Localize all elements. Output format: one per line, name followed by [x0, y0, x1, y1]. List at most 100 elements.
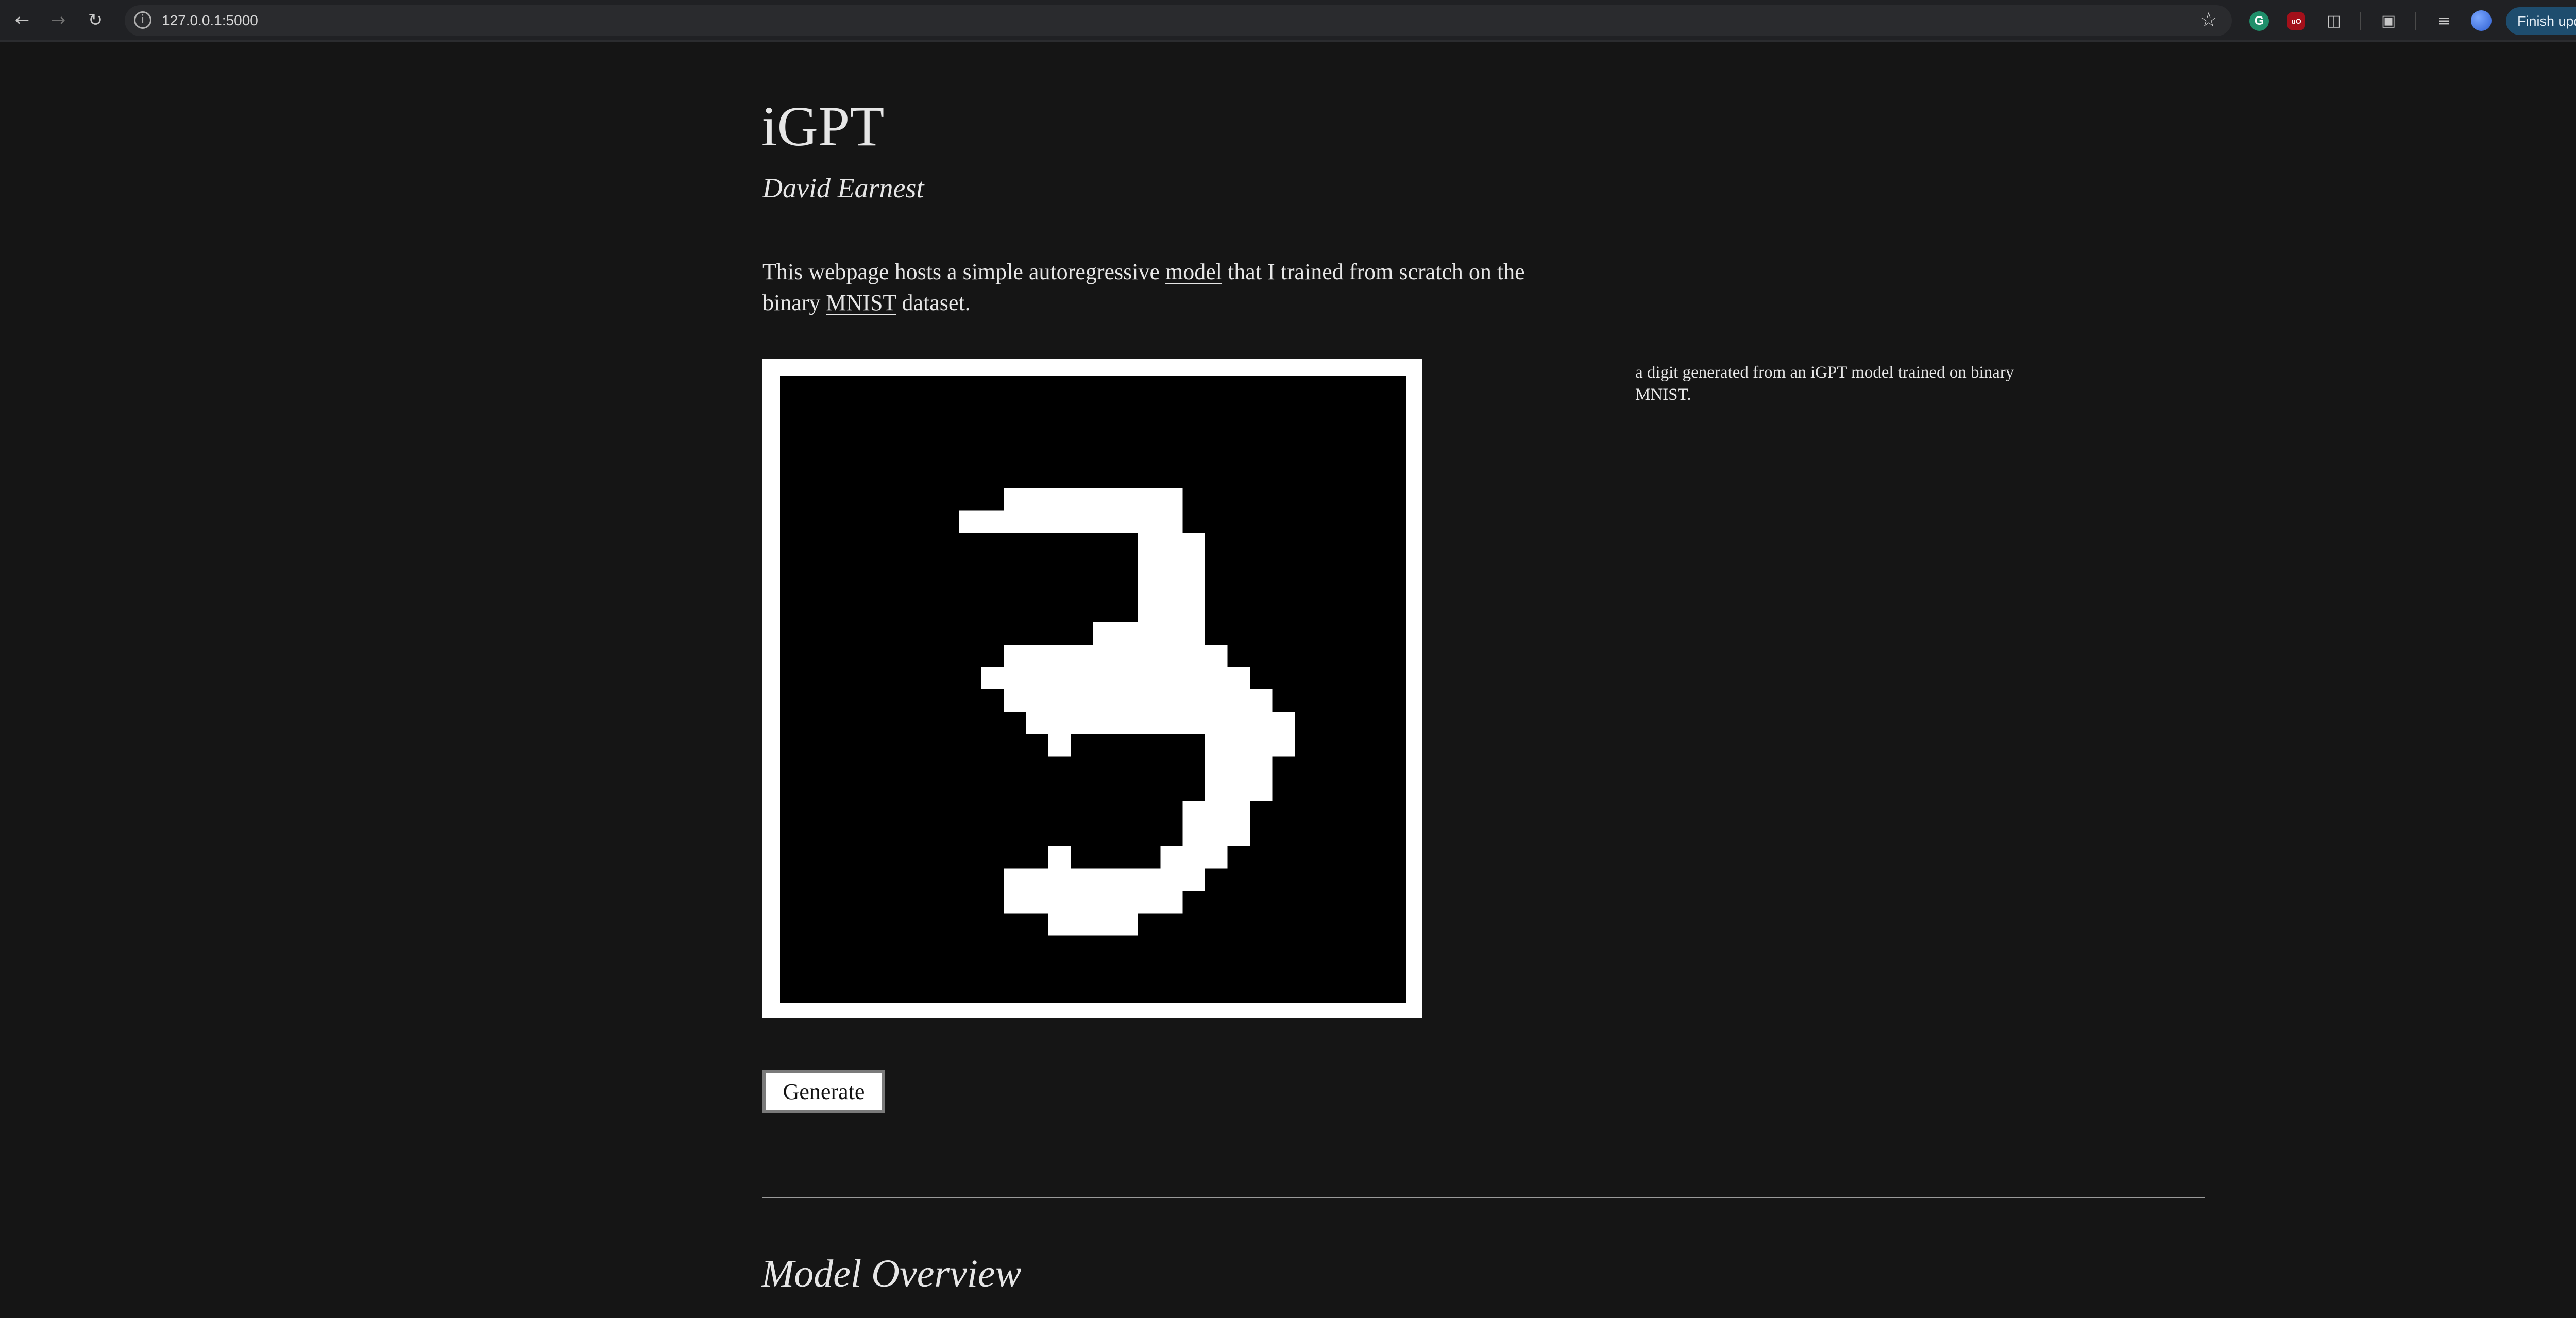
- digit-pixel: [1115, 622, 1138, 645]
- digit-pixel: [1160, 600, 1183, 622]
- digit-pixel: [1227, 756, 1250, 779]
- digit-pixel: [1250, 734, 1273, 757]
- digit-pixel: [1205, 734, 1228, 757]
- digit-pixel: [1138, 667, 1161, 689]
- digit-pixel: [1182, 533, 1206, 555]
- digit-pixel: [1026, 689, 1049, 712]
- digit-pixel: [1160, 689, 1183, 712]
- intro-paragraph: This webpage hosts a simple autoregressi…: [762, 257, 1566, 318]
- digit-pixel: [1272, 712, 1295, 734]
- digit-pixel: [1115, 868, 1138, 891]
- intro-text: This webpage hosts a simple autoregressi…: [762, 259, 1166, 284]
- digit-pixel: [1160, 868, 1183, 891]
- author-name: David Earnest: [762, 173, 924, 204]
- intro-text: dataset.: [896, 290, 971, 315]
- digit-pixel: [1205, 801, 1228, 824]
- digit-pixel: [1048, 712, 1071, 734]
- reading-list-icon[interactable]: ≡: [2433, 9, 2455, 32]
- digit-pixel: [1048, 488, 1071, 511]
- digit-pixel: [1026, 667, 1049, 689]
- digit-pixel: [1093, 645, 1116, 667]
- digit-pixel: [1227, 801, 1250, 824]
- digit-pixel: [1115, 667, 1138, 689]
- site-info-icon[interactable]: i: [134, 11, 151, 29]
- digit-pixel: [1182, 846, 1206, 869]
- digit-pixel: [1227, 779, 1250, 802]
- profile-avatar[interactable]: [2471, 10, 2492, 31]
- digit-pixel: [1115, 913, 1138, 936]
- digit-pixel: [1004, 868, 1026, 891]
- digit-pixel: [1250, 756, 1273, 779]
- digit-pixel: [1115, 689, 1138, 712]
- digit-pixel: [1071, 488, 1093, 511]
- digit-pixel: [1048, 510, 1071, 533]
- digit-pixel: [1160, 510, 1183, 533]
- digit-pixel: [1182, 645, 1206, 667]
- digit-pixel: [1160, 577, 1183, 600]
- digit-pixel: [1071, 913, 1093, 936]
- digit-pixel: [1205, 823, 1228, 846]
- digit-pixel: [1205, 756, 1228, 779]
- digit-pixel: [1138, 622, 1161, 645]
- digit-pixel: [1048, 868, 1071, 891]
- digit-pixel: [1026, 890, 1049, 914]
- digit-pixel: [959, 510, 981, 533]
- digit-pixel: [1004, 645, 1026, 667]
- digit-pixel: [1004, 689, 1026, 712]
- browser-toolbar: ← → ↻ i 127.0.0.1:5000 ☆ G uO ◫ ▣ ≡ Fini…: [0, 0, 2576, 42]
- reload-icon[interactable]: ↻: [82, 7, 108, 33]
- digit-pixel: [1093, 890, 1116, 914]
- digit-pixel: [981, 667, 1004, 689]
- forward-icon[interactable]: →: [45, 7, 71, 33]
- digit-pixel: [1205, 846, 1228, 869]
- digit-pixel: [1227, 689, 1250, 712]
- digit-pixel: [1250, 689, 1273, 712]
- digit-pixel: [1071, 868, 1093, 891]
- digit-pixel: [1182, 577, 1206, 600]
- extensions-puzzle-icon[interactable]: ◫: [2323, 9, 2345, 32]
- digit-pixel: [1115, 645, 1138, 667]
- cast-media-icon[interactable]: ▣: [2377, 9, 2400, 32]
- digit-pixel: [1026, 645, 1049, 667]
- digit-pixel: [1160, 555, 1183, 578]
- finish-update-button[interactable]: Finish update ⋮: [2506, 7, 2576, 35]
- digit-pixel: [1205, 779, 1228, 802]
- digit-pixel: [1004, 488, 1026, 511]
- back-icon[interactable]: ←: [9, 7, 35, 33]
- digit-pixel: [1227, 823, 1250, 846]
- bookmark-star-icon[interactable]: ☆: [2200, 8, 2217, 31]
- digit-pixel: [1182, 555, 1206, 578]
- digit-pixel: [1138, 645, 1161, 667]
- page-content: iGPT David Earnest This webpage hosts a …: [0, 42, 2576, 1318]
- digit-pixel: [1093, 868, 1116, 891]
- model-link[interactable]: model: [1165, 259, 1222, 284]
- digit-pixel: [1205, 689, 1228, 712]
- digit-pixel: [1115, 510, 1138, 533]
- mnist-link[interactable]: MNIST: [826, 290, 896, 315]
- digit-pixel: [1071, 667, 1093, 689]
- address-bar[interactable]: i 127.0.0.1:5000 ☆: [125, 5, 2232, 36]
- digit-pixel: [1205, 667, 1228, 689]
- digit-pixel: [1160, 622, 1183, 645]
- digit-pixel: [1182, 667, 1206, 689]
- generate-button[interactable]: Generate: [762, 1070, 885, 1113]
- digit-pixel: [1115, 890, 1138, 914]
- digit-pixel: [1026, 510, 1049, 533]
- toolbar-divider: [2360, 12, 2361, 30]
- digit-pixel: [1138, 577, 1161, 600]
- digit-pixel: [1115, 488, 1138, 511]
- page-title: iGPT: [761, 95, 885, 158]
- section-heading-model-overview: Model Overview: [761, 1252, 1022, 1295]
- digit-pixel: [1272, 734, 1295, 757]
- digit-pixel: [1160, 533, 1183, 555]
- digit-pixel: [1093, 689, 1116, 712]
- digit-pixel: [1048, 890, 1071, 914]
- grammarly-extension-icon[interactable]: G: [2249, 11, 2269, 31]
- digit-pixel: [1138, 890, 1161, 914]
- digit-pixel: [1182, 868, 1206, 891]
- digit-pixel: [1250, 779, 1273, 802]
- url-text[interactable]: 127.0.0.1:5000: [162, 5, 258, 36]
- ublock-extension-icon[interactable]: uO: [2287, 12, 2305, 30]
- digit-pixel: [1048, 846, 1071, 869]
- digit-pixel: [1227, 712, 1250, 734]
